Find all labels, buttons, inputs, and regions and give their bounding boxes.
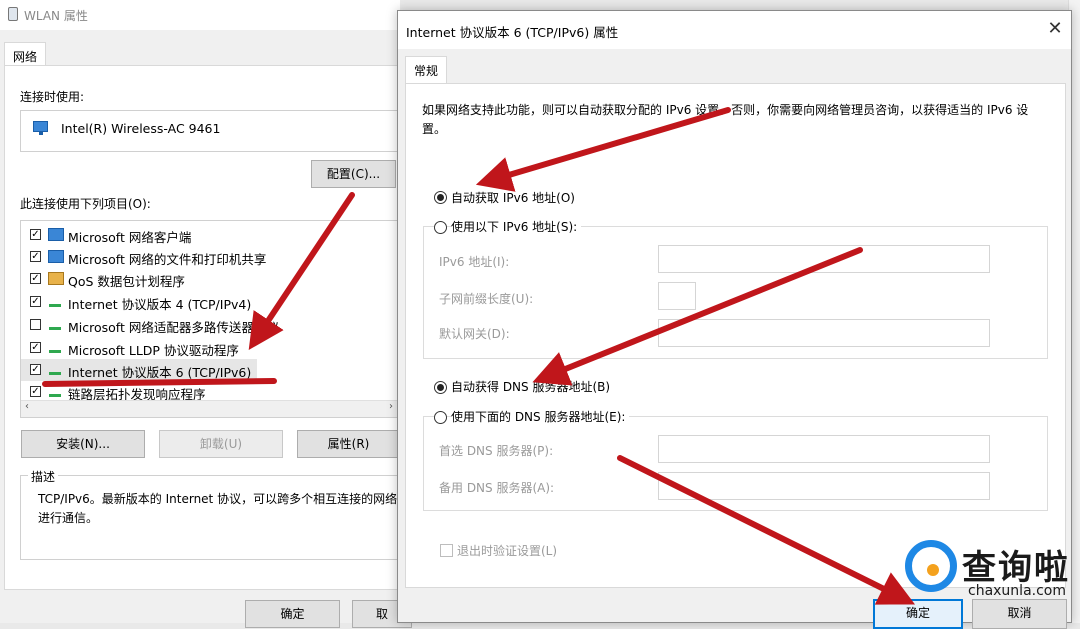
item-label: Microsoft 网络的文件和打印机共享 (68, 252, 267, 267)
network-adapter-icon (33, 121, 48, 135)
ipv6-address-field[interactable] (658, 245, 990, 273)
validate-on-exit-label[interactable]: 退出时验证设置(L) (457, 542, 557, 559)
auto-dns-radio[interactable] (434, 381, 447, 394)
wlan-titlebar: WLAN 属性 (0, 0, 400, 30)
uninstall-button[interactable]: 卸载(U) (159, 430, 283, 458)
item-label: QoS 数据包计划程序 (68, 274, 185, 289)
adapter-box: Intel(R) Wireless-AC 9461 (20, 110, 400, 152)
preferred-dns-label: 首选 DNS 服务器(P): (439, 444, 554, 458)
validate-on-exit-checkbox[interactable] (440, 544, 453, 557)
install-button[interactable]: 安装(N)... (21, 430, 145, 458)
protocol-icon (48, 341, 64, 354)
alternate-dns-field[interactable] (658, 472, 990, 500)
network-icon (48, 250, 64, 263)
item-checkbox[interactable]: ✓ (30, 342, 41, 353)
horizontal-scrollbar[interactable]: ‹ › (21, 400, 399, 417)
ok-button[interactable]: 确定 (873, 599, 963, 629)
list-item[interactable]: ✓ Microsoft 网络客户端 (21, 224, 399, 246)
dialog-titlebar: Internet 协议版本 6 (TCP/IPv6) 属性 ✕ (398, 11, 1071, 49)
item-checkbox[interactable]: ✓ (30, 229, 41, 240)
list-item[interactable]: ✓ Microsoft 网络的文件和打印机共享 (21, 246, 399, 268)
adapter-name: Intel(R) Wireless-AC 9461 (61, 121, 221, 136)
close-icon[interactable]: ✕ (1043, 17, 1067, 41)
auto-dns-label[interactable]: 自动获得 DNS 服务器地址(B) (451, 378, 610, 395)
manual-ipv6-radio[interactable] (434, 221, 447, 234)
item-label: Internet 协议版本 4 (TCP/IPv4) (68, 297, 252, 312)
item-checkbox[interactable]: ✓ (30, 364, 41, 375)
watermark-logo-icon (905, 540, 957, 592)
wlan-ok-button[interactable]: 确定 (245, 600, 340, 628)
auto-ipv6-radio[interactable] (434, 191, 447, 204)
item-checkbox[interactable]: ✓ (30, 273, 41, 284)
list-item[interactable]: Microsoft 网络适配器多路传送器协议 (21, 314, 399, 336)
wlan-properties-window: WLAN 属性 网络 连接时使用: Intel(R) Wireless-AC 9… (0, 0, 412, 628)
manual-dns-radio[interactable] (434, 411, 447, 424)
list-item-selected[interactable]: ✓ Internet 协议版本 6 (TCP/IPv6) (21, 359, 257, 381)
gateway-field[interactable] (658, 319, 990, 347)
manual-dns-label[interactable]: 使用下面的 DNS 服务器地址(E): (451, 408, 630, 425)
item-checkbox[interactable]: ✓ (30, 251, 41, 262)
list-item[interactable]: ✓ Internet 协议版本 4 (TCP/IPv4) (21, 291, 399, 313)
configure-button[interactable]: 配置(C)... (311, 160, 396, 188)
item-label: Microsoft 网络客户端 (68, 230, 192, 245)
protocol-icon (48, 318, 64, 331)
scroll-right-icon[interactable]: › (389, 401, 393, 412)
ipv6-properties-dialog: Internet 协议版本 6 (TCP/IPv6) 属性 ✕ 常规 如果网络支… (397, 10, 1072, 629)
adapter-icon (8, 7, 18, 21)
watermark-url: chaxunla.com (968, 583, 1066, 599)
qos-icon (48, 272, 64, 285)
connection-items-list[interactable]: ✓ Microsoft 网络客户端 ✓ Microsoft 网络的文件和打印机共… (20, 220, 400, 418)
tab-network[interactable]: 网络 (4, 42, 47, 66)
scroll-left-icon[interactable]: ‹ (25, 401, 29, 412)
ipv6-address-label: IPv6 地址(I): (439, 255, 510, 269)
item-checkbox[interactable]: ✓ (30, 296, 41, 307)
alternate-dns-label: 备用 DNS 服务器(A): (439, 481, 555, 495)
prefix-length-field[interactable] (658, 282, 696, 310)
description-legend: 描述 (28, 468, 59, 485)
protocol-icon (48, 385, 64, 398)
item-label: Microsoft LLDP 协议驱动程序 (68, 343, 239, 358)
protocol-icon (48, 363, 64, 376)
prefix-length-label: 子网前缀长度(U): (439, 292, 534, 306)
properties-button[interactable]: 属性(R) (297, 430, 400, 458)
watermark-title: 查询啦 (962, 548, 1070, 588)
gateway-label: 默认网关(D): (439, 327, 510, 341)
list-item[interactable]: ✓ QoS 数据包计划程序 (21, 268, 399, 290)
item-checkbox[interactable] (30, 319, 41, 330)
preferred-dns-field[interactable] (658, 435, 990, 463)
item-checkbox[interactable]: ✓ (30, 386, 41, 397)
list-item[interactable]: ✓ Microsoft LLDP 协议驱动程序 (21, 337, 399, 359)
auto-ipv6-label[interactable]: 自动获取 IPv6 地址(O) (451, 189, 575, 206)
items-label: 此连接使用下列项目(O): (20, 197, 151, 211)
manual-ipv6-label[interactable]: 使用以下 IPv6 地址(S): (451, 218, 582, 235)
cancel-button[interactable]: 取消 (972, 599, 1067, 629)
dialog-title: Internet 协议版本 6 (TCP/IPv6) 属性 (406, 25, 619, 40)
intro-text: 如果网络支持此功能，则可以自动获取分配的 IPv6 设置。否则，你需要向网络管理… (422, 103, 1029, 136)
tab-general[interactable]: 常规 (405, 56, 448, 84)
network-icon (48, 228, 64, 241)
connect-using-label: 连接时使用: (20, 90, 85, 104)
item-label: Microsoft 网络适配器多路传送器协议 (68, 320, 279, 335)
wlan-window-title: WLAN 属性 (24, 9, 88, 23)
description-text: TCP/IPv6。最新版本的 Internet 协议，可以跨多个相互连接的网络进… (38, 492, 398, 525)
protocol-icon (48, 295, 64, 308)
item-label: Internet 协议版本 6 (TCP/IPv6) (68, 365, 252, 380)
